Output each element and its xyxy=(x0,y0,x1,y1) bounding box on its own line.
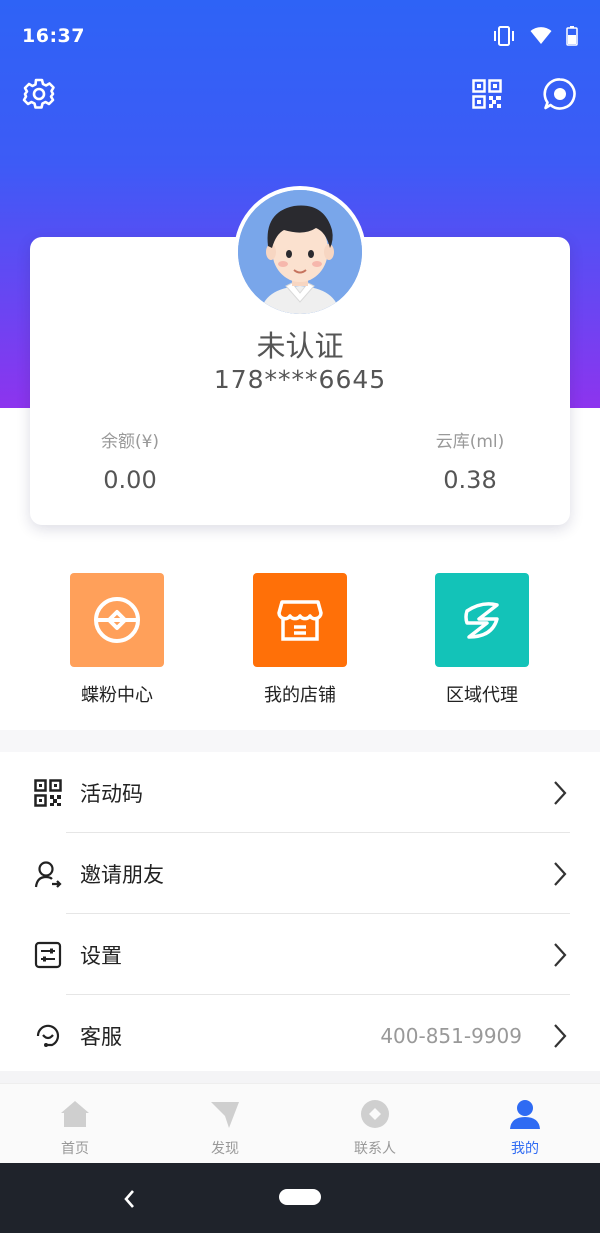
chevron-right-icon xyxy=(554,1024,567,1048)
phone-number: 178****6645 xyxy=(213,365,387,394)
bottom-spacer xyxy=(0,1071,600,1083)
chat-bubble-icon xyxy=(543,78,576,110)
qr-code-icon xyxy=(472,79,502,109)
quick-action-label: 区域代理 xyxy=(446,685,518,706)
top-actions xyxy=(0,72,600,120)
quick-action-regional-agent[interactable]: 区域代理 xyxy=(412,573,552,707)
section-divider xyxy=(0,730,600,752)
tab-me[interactable]: 我的 xyxy=(450,1084,600,1164)
menu-item-invite-friends[interactable]: 邀请朋友 xyxy=(0,833,600,914)
menu-item-label: 邀请朋友 xyxy=(80,862,164,887)
me-icon xyxy=(510,1100,540,1129)
chevron-right-icon xyxy=(554,862,567,886)
vibrate-icon xyxy=(494,26,514,46)
menu-list: 活动码 邀请朋友 设置 客服 400-851-9909 xyxy=(0,752,600,1076)
quick-action-my-store[interactable]: 我的店铺 xyxy=(230,573,370,707)
status-icons xyxy=(492,25,578,47)
tab-label: 我的 xyxy=(511,1141,539,1157)
quick-action-label: 蝶粉中心 xyxy=(81,685,153,706)
status-bar: 16:37 xyxy=(0,0,600,72)
agent-leaf-icon xyxy=(464,602,499,639)
cloud-value: 0.38 xyxy=(443,466,497,494)
gear-icon xyxy=(22,78,55,109)
menu-item-activity-code[interactable]: 活动码 xyxy=(0,752,600,833)
tab-discover[interactable]: 发现 xyxy=(150,1084,300,1164)
regional-agent-tile xyxy=(435,573,529,667)
tab-label: 发现 xyxy=(211,1141,239,1157)
status-time: 16:37 xyxy=(22,25,85,47)
qr-code-icon xyxy=(34,779,62,807)
battery-icon xyxy=(566,26,578,46)
message-button[interactable] xyxy=(540,74,580,114)
scan-qr-button[interactable] xyxy=(467,74,507,114)
invite-user-icon xyxy=(34,861,62,888)
quick-action-label: 我的店铺 xyxy=(264,685,336,706)
balance-stat[interactable]: 余额(¥) 0.00 xyxy=(30,427,230,494)
home-pill[interactable] xyxy=(279,1189,321,1205)
tab-label: 联系人 xyxy=(354,1141,396,1157)
settings-button[interactable] xyxy=(19,74,59,114)
customer-service-icon xyxy=(36,1024,60,1047)
coin-exchange-icon xyxy=(94,597,140,643)
settings-sliders-icon xyxy=(34,941,62,969)
balance-value: 0.00 xyxy=(103,466,157,494)
system-nav-bar xyxy=(0,1163,600,1233)
cloud-stat[interactable]: 云库(ml) 0.38 xyxy=(370,427,570,494)
balance-label: 余额(¥) xyxy=(100,432,160,452)
menu-item-label: 客服 xyxy=(80,1024,122,1049)
menu-item-label: 活动码 xyxy=(80,781,143,806)
verification-status[interactable]: 未认证 xyxy=(30,323,570,365)
wifi-icon xyxy=(530,27,552,44)
avatar[interactable] xyxy=(234,186,366,318)
my-store-tile xyxy=(253,573,347,667)
contacts-icon xyxy=(361,1100,389,1128)
avatar-illustration xyxy=(238,190,362,314)
tab-home[interactable]: 首页 xyxy=(0,1084,150,1164)
chevron-right-icon xyxy=(554,943,567,967)
tab-label: 首页 xyxy=(61,1141,89,1157)
home-icon xyxy=(61,1101,89,1127)
discover-icon xyxy=(211,1102,239,1128)
cloud-label: 云库(ml) xyxy=(435,432,505,452)
store-icon xyxy=(277,600,323,641)
chevron-right-icon xyxy=(554,781,567,805)
menu-item-label: 设置 xyxy=(80,943,122,968)
back-icon[interactable] xyxy=(116,1185,144,1213)
quick-action-fan-center[interactable]: 蝶粉中心 xyxy=(47,573,187,707)
tab-bar: 首页 发现 联系人 我的 xyxy=(0,1083,600,1163)
tab-contacts[interactable]: 联系人 xyxy=(300,1084,450,1164)
quick-actions: 蝶粉中心 我的店铺 区域代理 xyxy=(0,573,600,713)
menu-item-customer-service[interactable]: 客服 400-851-9909 xyxy=(0,995,600,1076)
menu-item-settings[interactable]: 设置 xyxy=(0,914,600,995)
fan-center-tile xyxy=(70,573,164,667)
service-phone[interactable]: 400-851-9909 xyxy=(380,1024,522,1048)
